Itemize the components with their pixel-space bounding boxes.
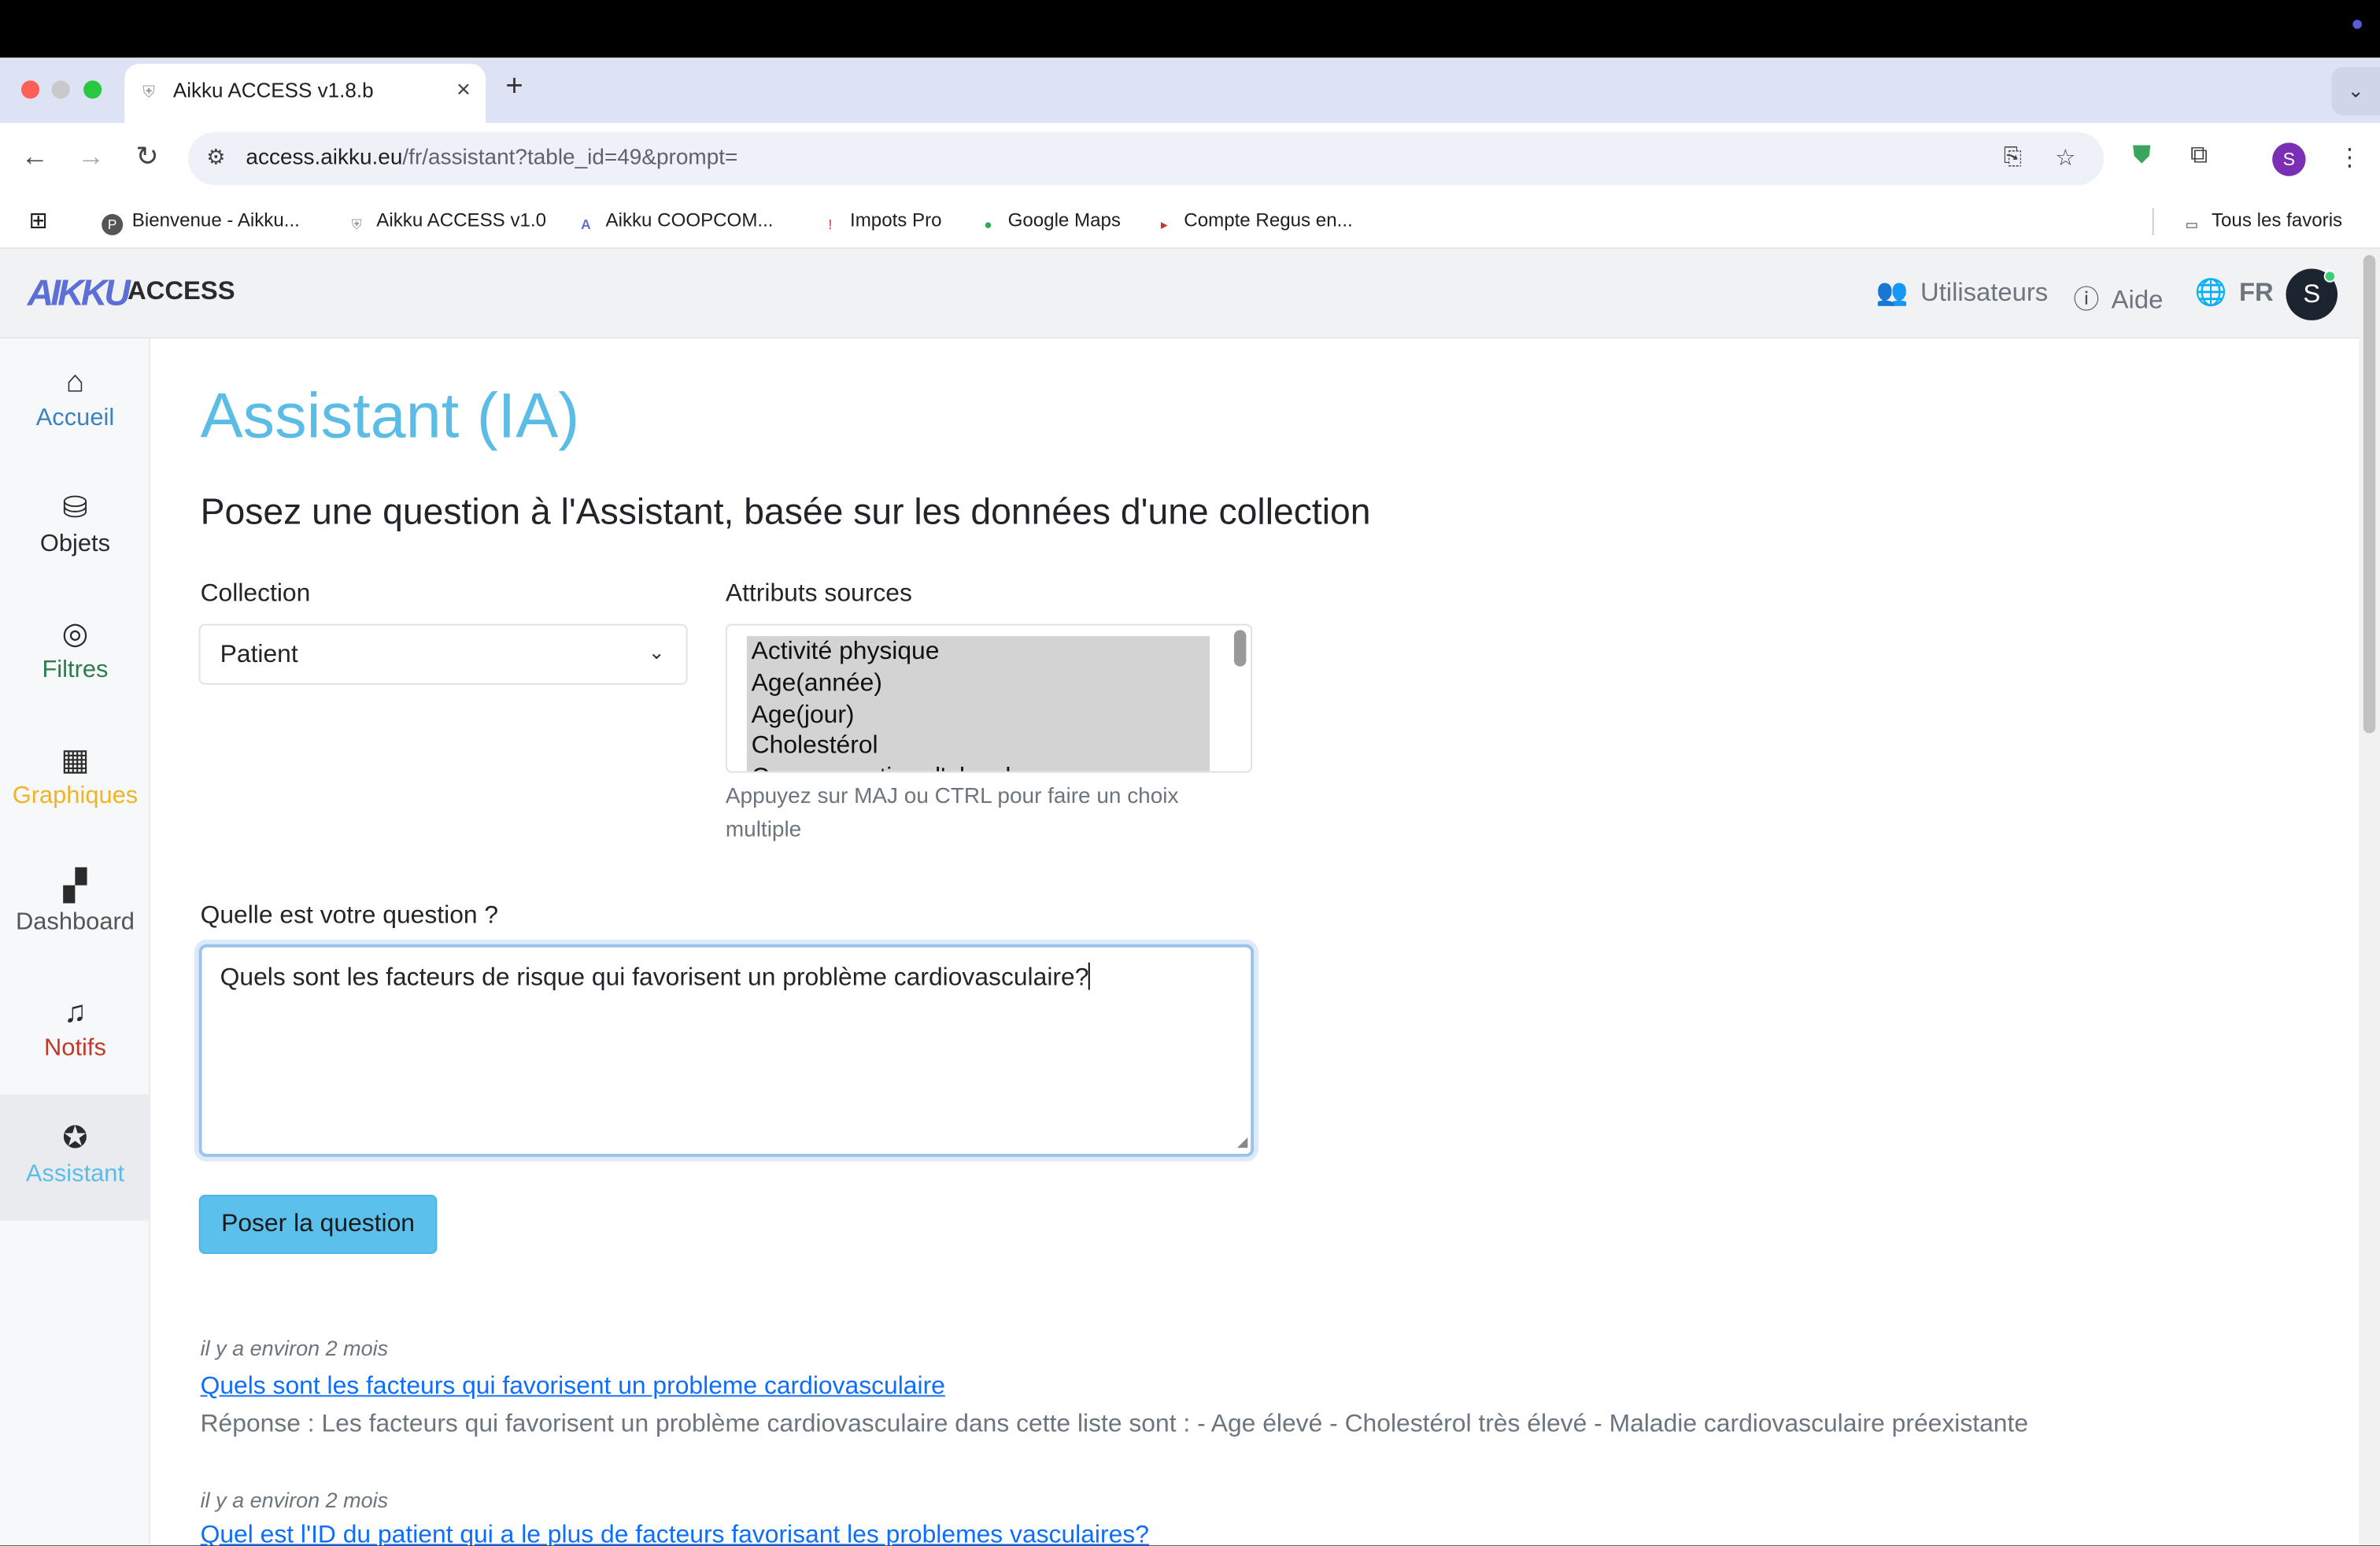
- profile-avatar[interactable]: S: [2272, 142, 2306, 176]
- address-bar[interactable]: ⚙ access.aikku.eu/fr/assistant?table_id=…: [188, 131, 2105, 186]
- sidebar-item-graphiques[interactable]: ▦ Graphiques: [0, 716, 150, 842]
- extensions-icon[interactable]: ⧉: [2190, 142, 2208, 170]
- sidebar: ⌂ Accueil ⛁ Objets ◎ Filtres ▦ Graphique…: [0, 338, 150, 1546]
- new-tab-icon[interactable]: +: [505, 70, 523, 105]
- header-users-link[interactable]: 👥 Utilisateurs: [1876, 278, 2048, 309]
- app-brand: ACCESS: [128, 276, 235, 305]
- bookmark-item[interactable]: ● Google Maps: [978, 209, 1121, 235]
- chart-icon: ▦: [61, 744, 90, 778]
- assistant-icon: ✪: [62, 1122, 88, 1156]
- attributes-help-text: Appuyez sur MAJ ou CTRL pour faire un ch…: [725, 785, 1179, 843]
- tab-title: Aikku ACCESS v1.8.b: [172, 79, 374, 102]
- browser-menu-icon[interactable]: ⋮: [2338, 142, 2362, 173]
- ask-question-button[interactable]: Poser la question: [198, 1194, 438, 1255]
- bell-icon: ♫: [64, 996, 87, 1030]
- tab-search-icon[interactable]: ⌄: [2331, 66, 2380, 116]
- header-help-link[interactable]: ⓘ Aide: [2073, 278, 2163, 316]
- attribute-option[interactable]: Age(année): [747, 668, 1210, 699]
- attribute-option[interactable]: Consommation d'alcool: [747, 763, 1210, 771]
- globe-icon: 🌐: [2194, 277, 2227, 307]
- page-scrollbar-thumb[interactable]: [2363, 255, 2376, 734]
- history-timestamp: il y a environ 2 mois: [200, 1336, 389, 1361]
- apps-grid-icon[interactable]: ⊞: [29, 206, 48, 234]
- close-window-icon[interactable]: [21, 80, 40, 99]
- attributes-options: Activité physique Age(année) Age(jour) C…: [746, 636, 1210, 771]
- install-app-icon[interactable]: ⎘: [2004, 144, 2022, 170]
- sidebar-item-dashboard[interactable]: ▞ Dashboard: [0, 842, 150, 968]
- online-status-dot: [2323, 270, 2337, 283]
- os-top-bar: [0, 0, 2380, 58]
- attributes-label: Attributs sources: [725, 579, 912, 608]
- collection-select[interactable]: Patient ⌄: [198, 623, 688, 685]
- attribute-option[interactable]: Age(jour): [747, 699, 1210, 730]
- maximize-window-icon[interactable]: [83, 80, 102, 99]
- page-title: Assistant (IA): [200, 379, 580, 451]
- sidebar-item-objets[interactable]: ⛁ Objets: [0, 464, 150, 590]
- site-info-icon[interactable]: ⚙: [206, 144, 225, 170]
- language-selector[interactable]: 🌐 FR: [2195, 278, 2274, 309]
- bookmark-item[interactable]: A Aikku COOPCOM...: [575, 209, 773, 235]
- multiselect-scrollbar[interactable]: [1233, 630, 1247, 667]
- all-bookmarks-folder[interactable]: ▭ Tous les favoris: [2181, 209, 2342, 235]
- aikku-logo[interactable]: AIKKU: [28, 273, 131, 316]
- attribute-option[interactable]: Activité physique: [747, 636, 1210, 668]
- collection-value: Patient: [220, 640, 298, 668]
- shield-icon: ⛨: [142, 83, 156, 102]
- sidebar-item-accueil[interactable]: ⌂ Accueil: [0, 338, 150, 464]
- bookmark-item[interactable]: ▸ Compte Regus en...: [1154, 209, 1353, 235]
- status-dot-icon: [2352, 20, 2362, 29]
- back-icon[interactable]: ←: [17, 141, 53, 173]
- dashboard-icon: ▞: [63, 870, 87, 904]
- bookmarks-divider: [2152, 208, 2154, 235]
- bookmark-star-icon[interactable]: ☆: [2055, 144, 2075, 172]
- bookmark-item[interactable]: ! Impots Pro: [819, 209, 942, 235]
- browser-tab-active[interactable]: ⛨ Aikku ACCESS v1.8.b ×: [124, 64, 486, 124]
- history-timestamp: il y a environ 2 mois: [200, 1488, 389, 1512]
- history-question-link[interactable]: Quel est l'ID du patient qui a le plus d…: [201, 1521, 1149, 1545]
- url-text[interactable]: access.aikku.eu/fr/assistant?table_id=49…: [246, 146, 737, 170]
- sidebar-item-notifs[interactable]: ♫ Notifs: [0, 968, 150, 1094]
- bookmark-item[interactable]: ⛨ Aikku ACCESS v1.0: [346, 209, 546, 235]
- minimize-window-icon[interactable]: [51, 80, 70, 99]
- history-question-link[interactable]: Quels sont les facteurs qui favorisent u…: [201, 1372, 945, 1401]
- home-icon: ⌂: [65, 365, 85, 400]
- bookmark-item[interactable]: P Bienvenue - Aikku...: [102, 209, 300, 235]
- reload-icon[interactable]: ↻: [129, 141, 165, 173]
- page-subtitle: Posez une question à l'Assistant, basée …: [200, 491, 1371, 533]
- question-text: Quels sont les facteurs de risque qui fa…: [220, 962, 1091, 992]
- resize-handle-icon[interactable]: ◢: [1237, 1134, 1247, 1151]
- attributes-multiselect[interactable]: Activité physique Age(année) Age(jour) C…: [725, 623, 1253, 773]
- shield-extension-icon[interactable]: ⛊: [2133, 142, 2151, 170]
- forward-icon[interactable]: →: [73, 141, 109, 173]
- collection-label: Collection: [200, 579, 311, 608]
- sidebar-item-assistant[interactable]: ✪ Assistant: [0, 1094, 150, 1221]
- help-icon: ⓘ: [2073, 285, 2100, 315]
- database-icon: ⛁: [62, 491, 88, 526]
- question-label: Quelle est votre question ?: [200, 901, 499, 930]
- question-textarea[interactable]: Quels sont les facteurs de risque qui fa…: [198, 944, 1255, 1157]
- attribute-option[interactable]: Cholestérol: [747, 730, 1210, 762]
- chevron-down-icon: ⌄: [648, 640, 665, 664]
- filter-icon: ◎: [61, 617, 89, 652]
- users-icon: 👥: [1876, 277, 1909, 307]
- close-tab-icon[interactable]: ×: [456, 77, 471, 105]
- sidebar-item-filtres[interactable]: ◎ Filtres: [0, 590, 150, 716]
- history-answer: Réponse : Les facteurs qui favorisent un…: [200, 1410, 2029, 1438]
